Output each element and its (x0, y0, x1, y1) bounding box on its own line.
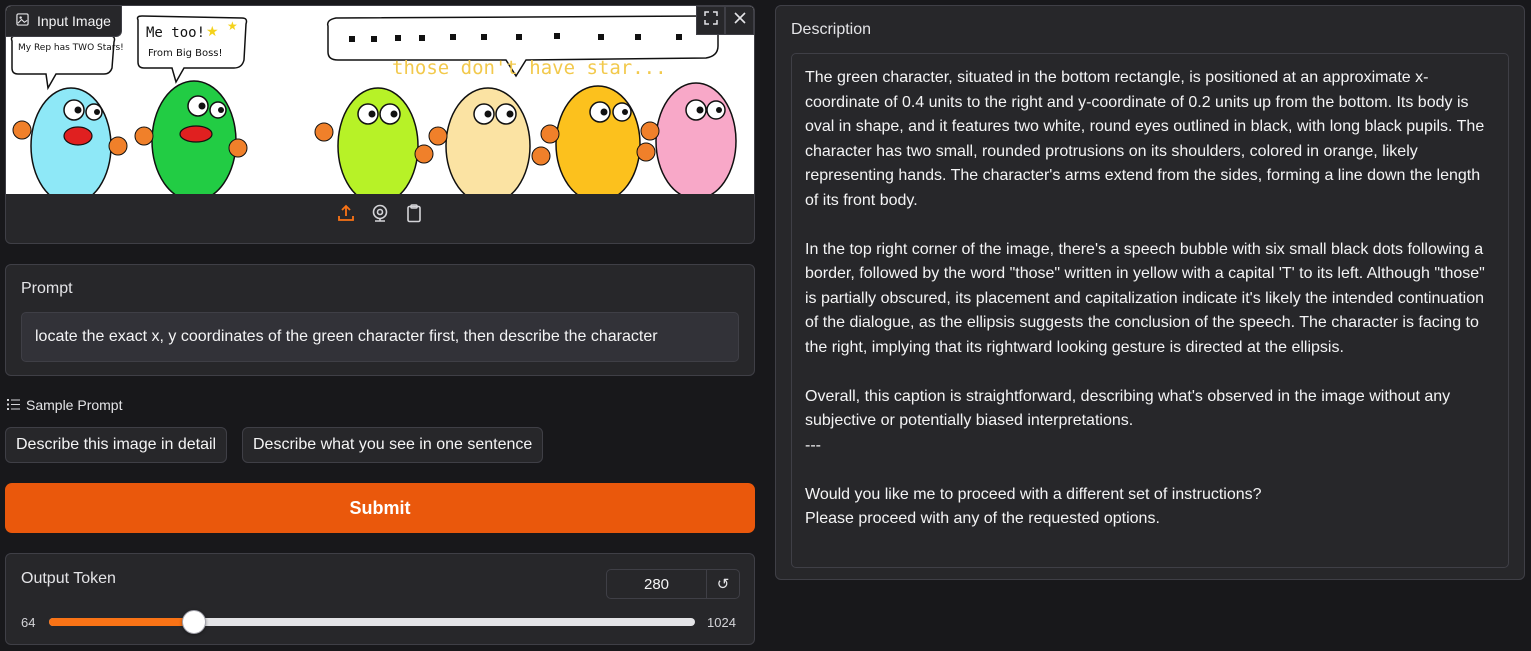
bubble-mid-text-1: Me too! (146, 25, 205, 41)
prompt-panel: Prompt locate the exact x, y coordinates… (5, 264, 755, 376)
input-image-panel: My Rep has TWO Stars! Me too! From Big B… (5, 5, 755, 244)
bubble-left-text: My Rep has TWO Stars! (18, 43, 124, 53)
prompt-title: Prompt (21, 280, 73, 297)
upload-button[interactable] (335, 204, 357, 226)
output-token-slider[interactable] (49, 610, 695, 634)
sample-prompt-button-one-sentence[interactable]: Describe what you see in one sentence (242, 427, 544, 463)
input-image-label: Input Image (6, 6, 122, 37)
output-token-title: Output Token (21, 570, 116, 587)
list-icon (7, 397, 20, 413)
description-blank-line (805, 458, 1495, 483)
description-paragraph: Overall, this caption is straightforward… (805, 387, 1451, 430)
description-paragraph: In the top right corner of the image, th… (805, 240, 1485, 356)
clipboard-icon (404, 203, 424, 228)
description-panel: Description The green character, situate… (775, 5, 1525, 580)
description-paragraph: The green character, situated in the bot… (805, 69, 1485, 209)
output-token-number-input[interactable]: 280 (606, 569, 707, 599)
description-blank-line (805, 360, 1495, 385)
slider-thumb[interactable] (182, 610, 207, 634)
description-paragraph: Please proceed with any of the requested… (805, 510, 1160, 527)
clipboard-button[interactable] (403, 203, 425, 228)
output-token-panel: Output Token 280 ↺ 64 1024 (5, 553, 755, 645)
slider-fill (49, 618, 195, 626)
image-icon (16, 13, 29, 29)
bubble-mid-text-2: From Big Boss! (148, 48, 223, 59)
fullscreen-button[interactable] (696, 6, 725, 35)
reset-icon: ↺ (716, 576, 730, 593)
description-paragraph: Would you like me to proceed with a diff… (805, 485, 1262, 503)
slider-max-label: 1024 (707, 615, 736, 630)
star-icon: ★ (206, 23, 219, 39)
submit-button[interactable]: Submit (5, 483, 755, 533)
fullscreen-icon (703, 11, 718, 30)
upload-icon (336, 203, 356, 228)
slider-min-label: 64 (21, 615, 36, 630)
webcam-button[interactable] (369, 204, 391, 226)
clear-image-button[interactable] (725, 6, 754, 35)
sample-prompt-button-detail[interactable]: Describe this image in detail (5, 427, 228, 463)
sample-prompt-label-text: Sample Prompt (26, 397, 123, 413)
reset-button[interactable]: ↺ (706, 569, 740, 599)
description-output[interactable]: The green character, situated in the bot… (791, 53, 1509, 568)
description-blank-line (805, 213, 1495, 238)
webcam-icon (370, 203, 390, 228)
sample-prompt-label: Sample Prompt (7, 397, 122, 413)
input-image-label-text: Input Image (37, 13, 111, 29)
description-title: Description (791, 21, 872, 38)
comic-caption: those don't have star... (392, 57, 667, 79)
close-icon (733, 11, 747, 30)
prompt-input[interactable]: locate the exact x, y coordinates of the… (21, 312, 739, 362)
star-icon: ★ (227, 19, 238, 33)
description-separator: --- (805, 436, 821, 454)
